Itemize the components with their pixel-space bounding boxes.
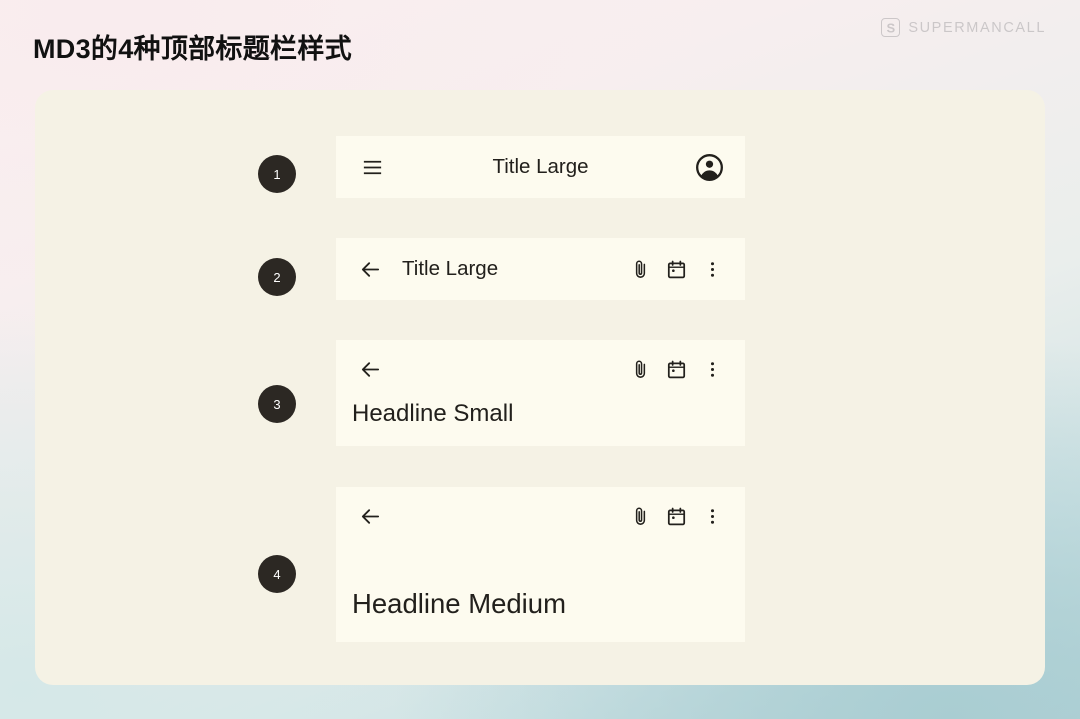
step-badge-3: 3: [258, 385, 296, 423]
calendar-icon[interactable]: [658, 251, 694, 287]
calendar-icon[interactable]: [658, 351, 694, 387]
supermancall-s-logo-icon: [881, 18, 901, 37]
attach-file-icon[interactable]: [622, 351, 658, 387]
more-vert-icon[interactable]: [694, 498, 730, 534]
more-vert-icon[interactable]: [694, 251, 730, 287]
appbar-3-title: Headline Small: [352, 400, 514, 427]
appbar-center-aligned: Title Large: [336, 136, 745, 198]
arrow-back-icon[interactable]: [352, 351, 388, 387]
account-circle-icon[interactable]: [691, 149, 727, 185]
appbar-4-title: Headline Medium: [352, 588, 566, 619]
step-badge-1: 1: [258, 155, 296, 193]
appbar-medium: Headline Small: [336, 340, 745, 446]
appbar-2-title: Title Large: [402, 257, 499, 280]
arrow-back-icon[interactable]: [352, 498, 388, 534]
appbar-large: Headline Medium: [336, 487, 745, 642]
appbar-1-title: Title Large: [492, 155, 589, 178]
arrow-back-icon[interactable]: [352, 251, 388, 287]
calendar-icon[interactable]: [658, 498, 694, 534]
appbar-small: Title Large: [336, 238, 745, 300]
attach-file-icon[interactable]: [622, 251, 658, 287]
more-vert-icon[interactable]: [694, 351, 730, 387]
content-stage: 1 2 3 4 Title Large Title Large Headline…: [35, 90, 1045, 685]
step-badge-2: 2: [258, 258, 296, 296]
watermark: SUPERMANCALL: [881, 18, 1046, 37]
step-badge-4: 4: [258, 555, 296, 593]
menu-icon[interactable]: [354, 149, 390, 185]
page-title: MD3的4种顶部标题栏样式: [33, 34, 352, 64]
watermark-label: SUPERMANCALL: [908, 19, 1046, 36]
attach-file-icon[interactable]: [622, 498, 658, 534]
